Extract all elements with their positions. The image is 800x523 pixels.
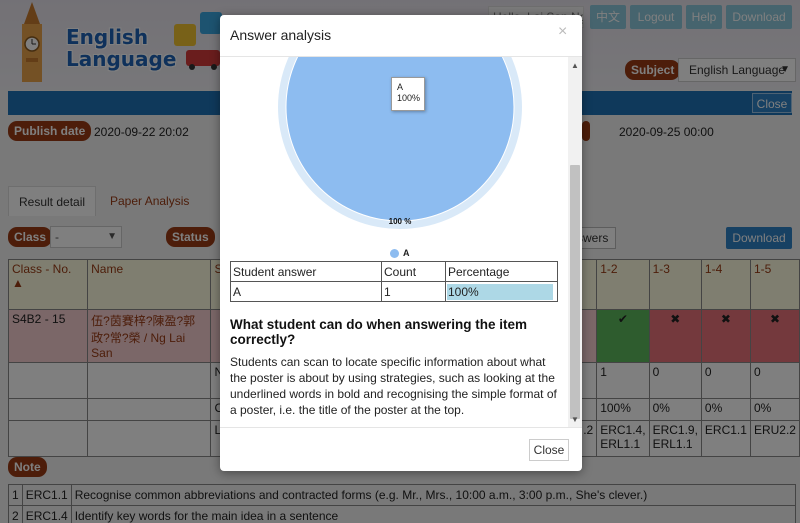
chart-tooltip: A 100%	[391, 77, 425, 111]
answer-table: Student answer Count Percentage A 1 100%	[230, 261, 558, 302]
modal-close-button[interactable]: Close	[529, 439, 569, 461]
tooltip-label: A	[397, 82, 404, 92]
analysis-description: Students can scan to locate specific inf…	[230, 355, 557, 417]
analysis-heading: What student can do when answering the i…	[230, 317, 528, 347]
close-icon[interactable]: ×	[558, 23, 567, 41]
modal-body: 100 % A 100% A Student answer Count Perc…	[220, 57, 568, 427]
chart-legend[interactable]: A	[390, 248, 410, 258]
scroll-down-icon[interactable]: ▼	[571, 415, 579, 424]
modal-divider	[220, 427, 582, 428]
pie-data-label: 100 %	[389, 217, 412, 226]
scroll-up-icon[interactable]: ▲	[571, 61, 579, 70]
header-percentage: Percentage	[445, 261, 558, 282]
answer-analysis-modal: Answer analysis × 100 % A 100% A Student…	[220, 15, 582, 471]
header-count: Count	[381, 261, 446, 282]
table-row: A 1 100%	[230, 281, 558, 302]
answer-table-header: Student answer Count Percentage	[230, 261, 558, 282]
percentage-value: 100%	[448, 284, 479, 299]
modal-scrollbar[interactable]: ▲ ▼	[568, 57, 582, 427]
header-student-answer: Student answer	[230, 261, 382, 282]
answer-value: A	[230, 281, 382, 302]
modal-title: Answer analysis	[230, 27, 332, 43]
legend-label: A	[403, 248, 410, 258]
percentage-cell: 100%	[445, 281, 558, 302]
scrollbar-thumb[interactable]	[570, 165, 580, 419]
legend-swatch	[390, 248, 399, 258]
count-value: 1	[381, 281, 446, 302]
tooltip-value: 100%	[397, 93, 421, 103]
